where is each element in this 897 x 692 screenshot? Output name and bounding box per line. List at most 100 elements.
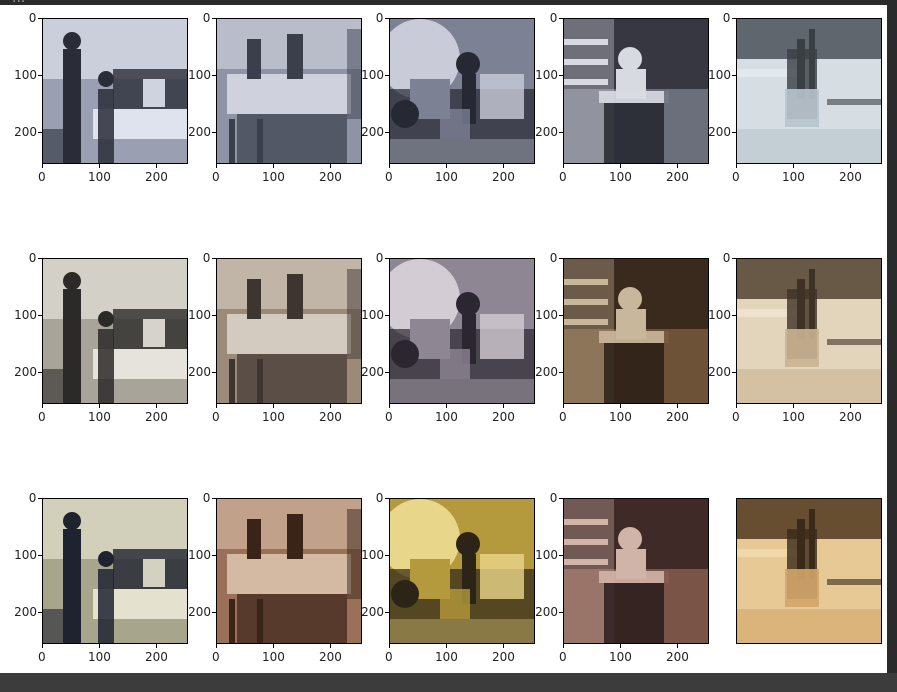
x-tick-mark	[620, 404, 621, 408]
x-tick-mark	[389, 404, 390, 408]
x-tick-label: 100	[435, 410, 458, 424]
x-tick-mark	[42, 404, 43, 408]
y-tick-label: 0	[202, 11, 211, 25]
x-tick-mark	[850, 404, 851, 408]
x-tick-label: 0	[385, 410, 393, 424]
x-tick-label: 100	[782, 410, 805, 424]
bottom-status-bar	[0, 673, 897, 692]
x-tick-mark	[503, 164, 504, 168]
y-tick-mark	[559, 372, 563, 373]
y-tick-mark	[385, 258, 389, 259]
y-tick-label: 200	[14, 125, 37, 139]
y-tick-label: 100	[188, 548, 211, 562]
y-tick-mark	[559, 315, 563, 316]
y-tick-mark	[38, 75, 42, 76]
y-tick-mark	[385, 75, 389, 76]
x-tick-mark	[736, 404, 737, 408]
y-tick-label: 0	[375, 251, 384, 265]
x-tick-mark	[42, 164, 43, 168]
x-tick-label: 100	[782, 170, 805, 184]
y-tick-mark	[559, 18, 563, 19]
y-tick-label: 200	[535, 365, 558, 379]
image-row-3-ground-truth-5	[736, 498, 882, 644]
x-tick-label: 100	[262, 410, 285, 424]
y-tick-label: 200	[708, 125, 731, 139]
x-tick-mark	[42, 644, 43, 648]
y-tick-label: 0	[549, 11, 558, 25]
x-tick-mark	[446, 404, 447, 408]
y-tick-label: 200	[708, 365, 731, 379]
photo-baby-high-chair	[564, 259, 708, 403]
x-tick-label: 200	[319, 650, 342, 664]
y-tick-mark	[212, 258, 216, 259]
image-row-1-grayscale-input-5	[736, 18, 882, 164]
x-tick-label: 100	[435, 650, 458, 664]
image-row-2-colorized-output-5	[736, 258, 882, 404]
x-tick-label: 0	[385, 650, 393, 664]
y-tick-label: 200	[188, 125, 211, 139]
x-tick-label: 200	[839, 170, 862, 184]
x-tick-mark	[156, 404, 157, 408]
y-tick-label: 0	[549, 251, 558, 265]
y-tick-mark	[732, 372, 736, 373]
photo-lab-two-men-workstation	[43, 499, 187, 643]
x-tick-label: 200	[492, 650, 515, 664]
y-tick-mark	[385, 498, 389, 499]
y-tick-mark	[732, 75, 736, 76]
y-tick-label: 0	[28, 491, 37, 505]
image-row-1-grayscale-input-1	[42, 18, 188, 164]
image-row-3-ground-truth-2	[216, 498, 362, 644]
y-tick-label: 100	[361, 68, 384, 82]
y-tick-label: 0	[375, 491, 384, 505]
x-tick-label: 0	[212, 410, 220, 424]
y-tick-mark	[559, 258, 563, 259]
x-tick-mark	[216, 404, 217, 408]
y-tick-label: 100	[188, 308, 211, 322]
y-tick-mark	[559, 75, 563, 76]
y-tick-label: 100	[535, 548, 558, 562]
x-tick-mark	[677, 404, 678, 408]
y-tick-mark	[212, 315, 216, 316]
y-tick-mark	[38, 132, 42, 133]
x-tick-label: 100	[262, 170, 285, 184]
x-tick-label: 100	[435, 170, 458, 184]
x-tick-label: 0	[38, 410, 46, 424]
x-tick-label: 100	[88, 410, 111, 424]
y-tick-mark	[732, 258, 736, 259]
x-tick-mark	[736, 164, 737, 168]
y-tick-label: 0	[375, 11, 384, 25]
y-tick-label: 0	[28, 251, 37, 265]
y-tick-label: 200	[535, 125, 558, 139]
image-row-2-colorized-output-4	[563, 258, 709, 404]
photo-table-desk-organizer	[737, 19, 881, 163]
y-tick-mark	[732, 315, 736, 316]
x-tick-mark	[389, 164, 390, 168]
x-tick-mark	[850, 164, 851, 168]
y-tick-mark	[385, 18, 389, 19]
x-tick-mark	[273, 164, 274, 168]
y-tick-mark	[38, 258, 42, 259]
x-tick-label: 0	[732, 410, 740, 424]
x-tick-mark	[620, 644, 621, 648]
x-tick-mark	[99, 404, 100, 408]
photo-table-desk-organizer	[737, 499, 881, 643]
y-tick-label: 0	[202, 491, 211, 505]
x-tick-mark	[156, 164, 157, 168]
x-tick-mark	[677, 644, 678, 648]
y-tick-label: 100	[708, 308, 731, 322]
x-tick-mark	[99, 164, 100, 168]
y-tick-mark	[385, 315, 389, 316]
x-tick-label: 0	[732, 170, 740, 184]
x-tick-label: 0	[38, 170, 46, 184]
x-tick-label: 200	[319, 410, 342, 424]
image-row-1-grayscale-input-2	[216, 18, 362, 164]
right-scroll-edge	[887, 0, 897, 692]
y-tick-mark	[212, 75, 216, 76]
photo-lab-two-men-workstation	[43, 259, 187, 403]
y-tick-label: 200	[361, 365, 384, 379]
x-tick-label: 0	[559, 170, 567, 184]
y-tick-mark	[732, 18, 736, 19]
x-tick-label: 100	[609, 170, 632, 184]
y-tick-label: 200	[188, 605, 211, 619]
photo-office-kitchen-counter	[217, 19, 361, 163]
